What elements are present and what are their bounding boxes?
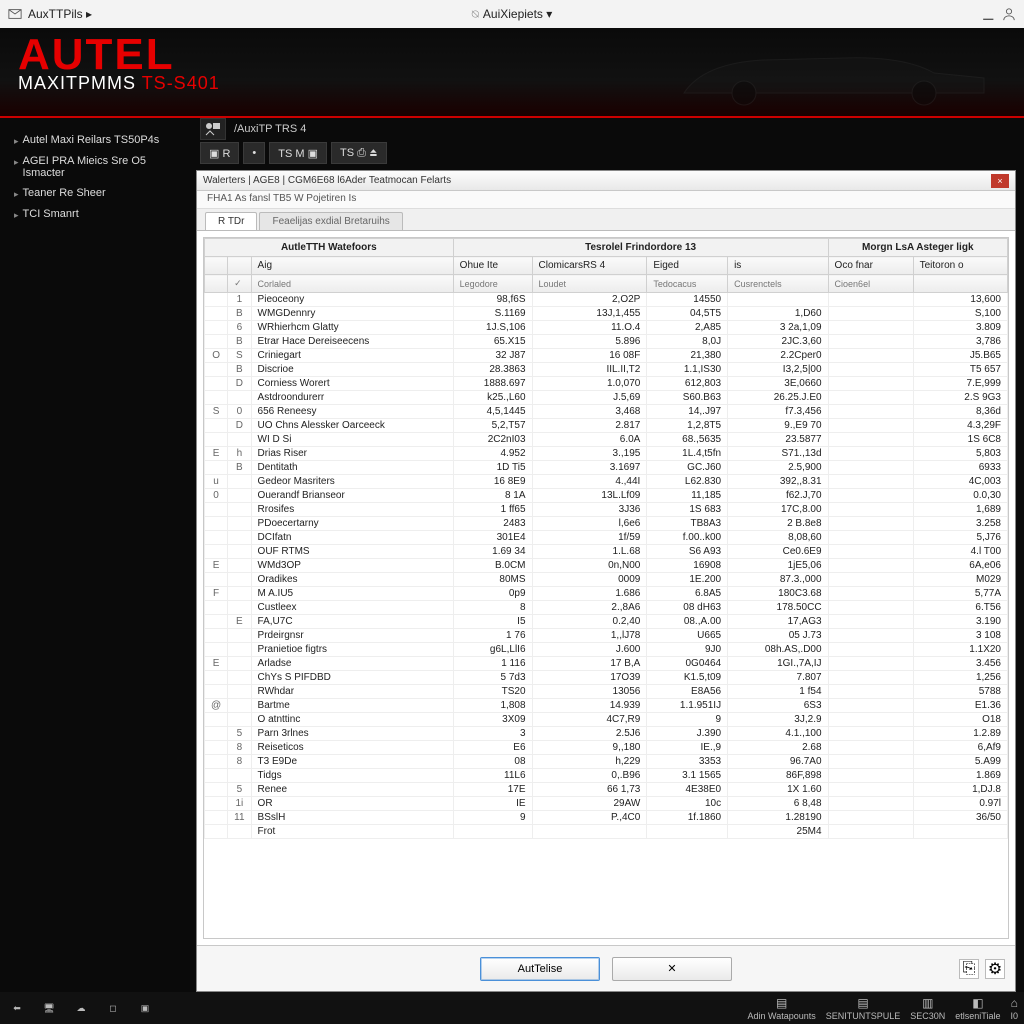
tab-0[interactable]: R TDr: [205, 212, 257, 230]
table-row[interactable]: DCorniess Worert1888.6971.0,070612,8033E…: [205, 377, 1008, 391]
taskbar-back-icon[interactable]: ⬅: [6, 997, 28, 1019]
table-row[interactable]: OSCriniegart32 J8716 08F21,3802.2Cper0J5…: [205, 349, 1008, 363]
cancel-button[interactable]: ✕: [612, 957, 732, 981]
data-table: AutleTTH WatefoorsTesrolel Frindordore 1…: [204, 238, 1008, 839]
sidebar-item-1[interactable]: AGEI PRA Mieics Sre O5 Ismacter: [8, 151, 188, 183]
table-row[interactable]: 1Pieoceony98,f6S2,O2P1455013,600: [205, 293, 1008, 307]
taskbar-app-icon[interactable]: ▣: [134, 997, 156, 1019]
breadcrumb: /AuxiTP TRS 4: [196, 118, 1016, 140]
mail-icon: [8, 7, 22, 21]
taskbar: ⬅ 🖥 ☁ ◻ ▣ ▤Adin Watapounts ▤SENITUNTSPULE…: [0, 992, 1024, 1024]
panel-subtitle: FHA1 As fansl TB5 W Pojetiren Is: [197, 191, 1015, 209]
table-row[interactable]: Prdeirgnsr1 761,,lJ78U66505 J.733 108: [205, 629, 1008, 643]
column-header[interactable]: [205, 257, 228, 275]
tray-item-3[interactable]: ◧etlseniTiale: [955, 996, 1000, 1021]
breadcrumb-text: /AuxiTP TRS 4: [234, 123, 306, 135]
toolbar: ▣ R•TS M ▣TS ⎙ ⏏: [196, 140, 1016, 166]
table-row[interactable]: EWMd3OPB.0CM0n,N00169081jE5,066A,e06: [205, 559, 1008, 573]
table-row[interactable]: 5Renee17E66 1,734E38E01X 1.601,DJ.8: [205, 783, 1008, 797]
table-row[interactable]: DCIfatn301E41f/59f.00..k008,08,605,J76: [205, 531, 1008, 545]
workspace: /AuxiTP TRS 4 ▣ R•TS M ▣TS ⎙ ⏏ Walerters…: [196, 118, 1024, 992]
table-row[interactable]: 0Ouerandf Brianseor8 1A13L.Lf0911,185f62…: [205, 489, 1008, 503]
table-row[interactable]: O atnttinc3X094C7,R993J,2.9O18: [205, 713, 1008, 727]
panel-titlebar: Walerters | AGE8 | CGM6E68 l6Ader Teatmo…: [197, 171, 1015, 191]
sidebar-item-3[interactable]: TCI Smanrt: [8, 204, 188, 225]
column-header[interactable]: is: [728, 257, 828, 275]
table-row[interactable]: Custleex82.,8A608 dH63178.50CC6.T56: [205, 601, 1008, 615]
table-row[interactable]: PDoecertarny2483l,6e6TB8A32 B.8e83.258: [205, 517, 1008, 531]
tab-1[interactable]: Feaelijas exdial Bretaruihs: [259, 212, 402, 230]
sidebar-item-0[interactable]: Autel Maxi Reilars TS50P4s: [8, 130, 188, 151]
table-row[interactable]: 8T3 E9De08h,229335396.7A05.A99: [205, 755, 1008, 769]
table-row[interactable]: 8ReiseticosE69,,180IE.,92.686,Af9: [205, 741, 1008, 755]
confirm-button[interactable]: AutTelise: [480, 957, 600, 981]
tray-item-4[interactable]: ⌂I0: [1010, 996, 1018, 1021]
minimize-icon[interactable]: ⚊: [982, 7, 996, 21]
table-row[interactable]: EhDrias Riser4.9523.,1951L.4,t5fnS71.,13…: [205, 447, 1008, 461]
table-row[interactable]: S0656 Reneesy4,5,14453,46814,.J97f7.3,45…: [205, 405, 1008, 419]
taskbar-cloud-icon[interactable]: ☁: [70, 997, 92, 1019]
table-container: AutleTTH WatefoorsTesrolel Frindordore 1…: [197, 231, 1015, 945]
settings-icon[interactable]: ⚙: [985, 959, 1005, 979]
tray-item-2[interactable]: ▥SEC30N: [910, 996, 945, 1021]
toolbar-button-3[interactable]: TS ⎙ ⏏: [331, 142, 387, 164]
table-row[interactable]: 5Parn 3rlnes32.5J6J.3904.1.,1001.2.89: [205, 727, 1008, 741]
brand-header: AUTEL MAXITPMMS TS-S401: [0, 28, 1024, 118]
table-row[interactable]: EFA,U7CI50.2,4008.,A.0017,AG33.190: [205, 615, 1008, 629]
sidebar-item-2[interactable]: Teaner Re Sheer: [8, 183, 188, 204]
tray-item-0[interactable]: ▤Adin Watapounts: [748, 996, 816, 1021]
table-row[interactable]: FM A.IU50p91.6866.8A5180C3.685,77A: [205, 587, 1008, 601]
column-header[interactable]: Teitoron o: [913, 257, 1007, 275]
table-row[interactable]: 6WRhierhcm Glatty1J.S,10611.O.42,A853 2a…: [205, 321, 1008, 335]
column-header[interactable]: Oco fnar: [828, 257, 913, 275]
device-icon[interactable]: [200, 118, 226, 140]
table-row[interactable]: DUO Chns Alessker Oarceeck5,2,T572.8171,…: [205, 419, 1008, 433]
column-header[interactable]: Aig: [251, 257, 453, 275]
tabs: R TDrFeaelijas exdial Bretaruihs: [197, 209, 1015, 231]
table-row[interactable]: RWhdarTS2013056E8A561 f545788: [205, 685, 1008, 699]
titlebar-center[interactable]: AuiXiepiets ▾: [483, 7, 552, 21]
panel-footer: AutTelise ✕ ⎘ ⚙: [197, 945, 1015, 991]
table-row[interactable]: Astdroondurerrk25.,L60J.5,69S60.B6326.25…: [205, 391, 1008, 405]
export-icon[interactable]: ⎘: [959, 959, 979, 979]
table-row[interactable]: ChYs S PIFDBD5 7d317O39K1.5,t097.8071,25…: [205, 671, 1008, 685]
table-row[interactable]: OUF RTMS1.69 341.L.68S6 A93Ce0.6E94.l T0…: [205, 545, 1008, 559]
toolbar-button-1[interactable]: •: [243, 142, 265, 164]
car-silhouette-icon: [674, 38, 994, 108]
table-row[interactable]: uGedeor Masriters16 8E94.,44IL62.830392,…: [205, 475, 1008, 489]
table-row[interactable]: Rrosifes1 ff653J361S 68317C,8.001,689: [205, 503, 1008, 517]
table-row[interactable]: EArladse1 11617 B,A0G04641GI.,7A,IJ3.456: [205, 657, 1008, 671]
toolbar-button-2[interactable]: TS M ▣: [269, 142, 327, 164]
table-row[interactable]: BEtrar Hace Dereiseecens65.X155.8968,0J2…: [205, 335, 1008, 349]
table-row[interactable]: Tidgs11L60,.B963.1 156586F,8981.869: [205, 769, 1008, 783]
window-titlebar: AuxTTPils ▸ ⍉ AuiXiepiets ▾ ⚊: [0, 0, 1024, 28]
table-row[interactable]: BWMGDennryS.116913J,1,45504,5T51,D60S,10…: [205, 307, 1008, 321]
column-header[interactable]: Ohue Ite: [453, 257, 532, 275]
table-row[interactable]: Frot25M4: [205, 825, 1008, 839]
lock-icon: ⍉: [472, 7, 479, 22]
table-row[interactable]: 11BSslH9P.,4C01f.18601.2819036/50: [205, 811, 1008, 825]
tray-item-1[interactable]: ▤SENITUNTSPULE: [826, 996, 901, 1021]
table-row[interactable]: Pranietioe figtrsg6L,LlI6J.6009J008h.AS,…: [205, 643, 1008, 657]
table-row[interactable]: BDentitath1D Ti53.1697GC.J602.5,9006933: [205, 461, 1008, 475]
table-row[interactable]: Oradikes80MS00091E.20087.3.,000M029: [205, 573, 1008, 587]
report-panel: Walerters | AGE8 | CGM6E68 l6Ader Teatmo…: [196, 170, 1016, 992]
user-icon[interactable]: [1002, 7, 1016, 21]
table-row[interactable]: 1iORIE29AW10c6 8,480.97l: [205, 797, 1008, 811]
panel-close-button[interactable]: ×: [991, 174, 1009, 188]
column-header[interactable]: Eiged: [647, 257, 728, 275]
sidebar: Autel Maxi Reilars TS50P4sAGEI PRA Mieic…: [0, 118, 196, 992]
column-header[interactable]: [228, 257, 251, 275]
table-row[interactable]: @Bartme1,80814.9391.1.951IJ6S3E1.36: [205, 699, 1008, 713]
toolbar-button-0[interactable]: ▣ R: [200, 142, 239, 164]
taskbar-monitor-icon[interactable]: 🖥: [38, 997, 60, 1019]
table-row[interactable]: BDiscrioe28.3863IIL.II,T21.1,IS30I3,2,5|…: [205, 363, 1008, 377]
taskbar-window-icon[interactable]: ◻: [102, 997, 124, 1019]
column-header[interactable]: ClomicarsRS 4: [532, 257, 647, 275]
table-row[interactable]: WI D Si2C2nI036.0A68.,563523.58771S 6C8: [205, 433, 1008, 447]
app-title[interactable]: AuxTTPils ▸: [28, 7, 92, 21]
panel-title: Walerters | AGE8 | CGM6E68 l6Ader Teatmo…: [203, 175, 451, 186]
system-tray: ▤Adin Watapounts ▤SENITUNTSPULE ▥SEC30N ◧et…: [748, 996, 1018, 1021]
